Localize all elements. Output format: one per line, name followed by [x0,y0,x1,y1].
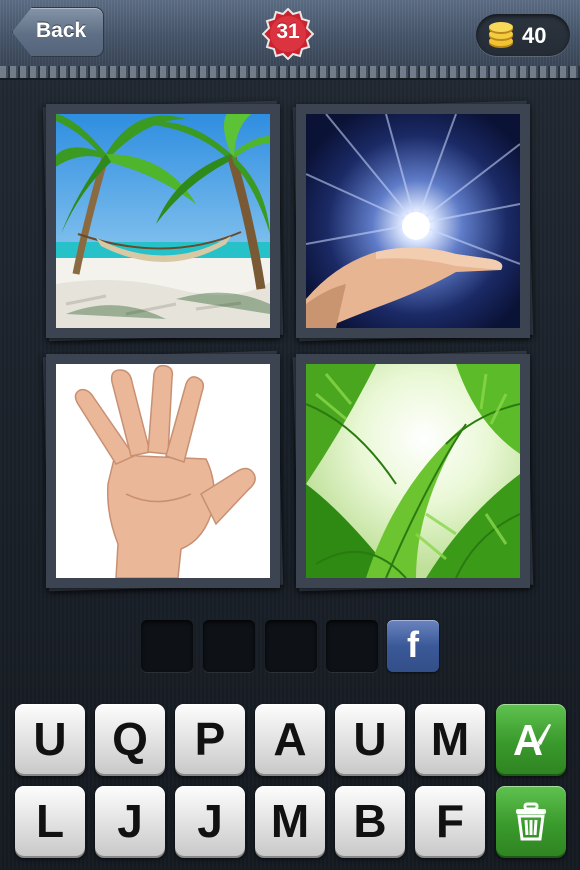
level-number: 31 [276,20,300,43]
answer-slot-4[interactable] [326,620,378,672]
coins-icon [489,22,513,48]
letter-key-label: P [194,713,226,765]
letter-key[interactable]: U [335,704,405,774]
remove-letters-button[interactable] [496,786,566,856]
picture-3[interactable] [42,350,284,592]
coin-counter[interactable]: 40 [476,14,570,56]
picture-4[interactable] [292,350,534,592]
letter-key[interactable]: A [255,704,325,774]
letter-key-label: F [435,795,465,847]
hand-light-image [306,114,520,328]
coin-count: 40 [522,23,547,48]
letter-key-label: J [117,795,143,847]
letter-key[interactable]: L [15,786,85,856]
open-hand-image [56,364,270,578]
game-screen: Back 31 40 f U Q P A U M L J J M B F [0,0,580,870]
letter-key-label: J [197,795,223,847]
letter-key-label: L [35,795,65,847]
letter-key[interactable]: Q [95,704,165,774]
back-button[interactable]: Back [12,7,104,57]
letter-key[interactable]: M [415,704,485,774]
letter-key[interactable]: J [175,786,245,856]
back-button-label: Back [36,19,87,42]
letter-key-label: M [430,713,470,765]
letter-key-label: B [353,795,387,847]
facebook-share-button[interactable]: f [387,620,439,672]
level-badge: 31 [262,8,314,60]
reveal-letter-button[interactable] [496,704,566,774]
picture-1[interactable] [42,100,284,342]
trash-icon [516,802,546,841]
letter-key-label: Q [112,713,148,765]
answer-slot-2[interactable] [203,620,255,672]
letter-key[interactable]: F [415,786,485,856]
palm-hammock-image [56,114,270,328]
reveal-letter-icon [514,724,551,755]
letter-key[interactable]: M [255,786,325,856]
answer-slot-1[interactable] [141,620,193,672]
answer-slot-3[interactable] [265,620,317,672]
letter-key[interactable]: J [95,786,165,856]
letter-key-label: M [270,795,310,847]
top-bar: Back 31 40 [0,0,580,67]
picture-2[interactable] [292,100,534,342]
letter-key-label: U [33,713,67,765]
facebook-icon: f [407,624,419,665]
letter-key[interactable]: U [15,704,85,774]
letter-key[interactable]: B [335,786,405,856]
letter-key[interactable]: P [175,704,245,774]
header-stitching [0,66,580,80]
letter-key-label: A [273,713,307,765]
letter-key-label: U [353,713,387,765]
palm-leaves-image [306,364,520,578]
